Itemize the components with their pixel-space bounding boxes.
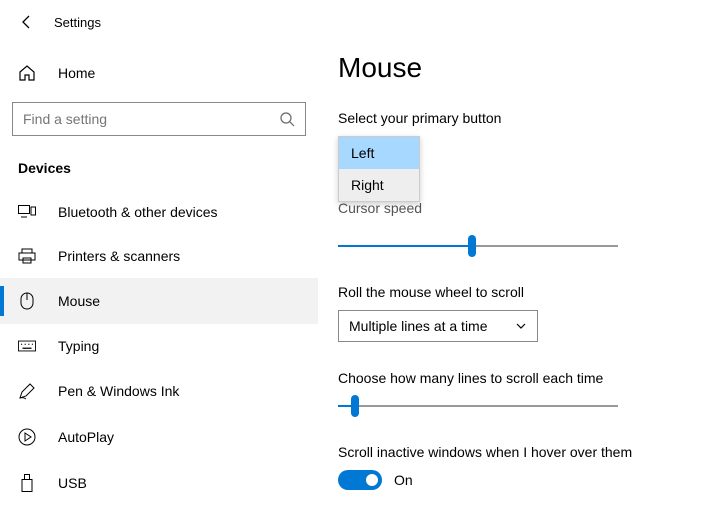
roll-select-value: Multiple lines at a time (349, 318, 488, 334)
autoplay-icon (18, 428, 36, 446)
nav-label: Mouse (58, 293, 100, 309)
topbar: Settings (0, 0, 318, 40)
lines-slider[interactable] (338, 396, 618, 416)
toggle-switch[interactable] (338, 470, 382, 490)
mouse-icon (18, 292, 36, 310)
back-icon[interactable] (18, 14, 36, 30)
toggle-state: On (394, 472, 413, 488)
slider-thumb[interactable] (351, 395, 359, 417)
search-field[interactable] (23, 111, 279, 127)
home-nav[interactable]: Home (0, 54, 318, 92)
group-header: Devices (0, 136, 318, 190)
nav-label: Typing (58, 338, 99, 354)
main-content: Mouse Select your primary button Left Ri… (318, 0, 723, 520)
search-input[interactable] (12, 102, 306, 136)
chevron-down-icon (515, 320, 527, 332)
roll-select[interactable]: Multiple lines at a time (338, 310, 538, 342)
home-label: Home (58, 65, 95, 81)
home-icon (18, 64, 36, 82)
search-icon (279, 111, 295, 127)
sidebar-item-mouse[interactable]: Mouse (0, 278, 318, 324)
cursor-speed-slider[interactable] (338, 236, 618, 256)
nav-label: Printers & scanners (58, 248, 180, 264)
printer-icon (18, 248, 36, 264)
page-title: Mouse (338, 52, 699, 84)
lines-label: Choose how many lines to scroll each tim… (338, 370, 699, 386)
pen-icon (18, 382, 36, 400)
sidebar-item-bluetooth[interactable]: Bluetooth & other devices (0, 190, 318, 234)
dropdown-menu: Left Right (338, 136, 420, 202)
slider-thumb[interactable] (468, 235, 476, 257)
keyboard-icon (18, 340, 36, 352)
inactive-label: Scroll inactive windows when I hover ove… (338, 444, 699, 460)
app-title: Settings (54, 15, 101, 30)
sidebar-item-autoplay[interactable]: AutoPlay (0, 414, 318, 460)
nav-label: Bluetooth & other devices (58, 204, 218, 220)
sidebar-item-typing[interactable]: Typing (0, 324, 318, 368)
sidebar-item-pen[interactable]: Pen & Windows Ink (0, 368, 318, 414)
primary-button-label: Select your primary button (338, 110, 699, 126)
dropdown-option-left[interactable]: Left (339, 137, 419, 169)
nav-label: AutoPlay (58, 429, 114, 445)
usb-icon (18, 474, 36, 492)
primary-button-dropdown[interactable]: Left Right Cursor speed (338, 136, 699, 216)
devices-icon (18, 205, 36, 219)
nav-label: Pen & Windows Ink (58, 383, 179, 399)
sidebar-item-usb[interactable]: USB (0, 460, 318, 506)
sidebar: Settings Home Devices Bluetooth & other … (0, 0, 318, 520)
dropdown-option-right[interactable]: Right (339, 169, 419, 201)
inactive-toggle[interactable]: On (338, 470, 699, 490)
nav-label: USB (58, 475, 87, 491)
roll-label: Roll the mouse wheel to scroll (338, 284, 699, 300)
sidebar-item-printers[interactable]: Printers & scanners (0, 234, 318, 278)
